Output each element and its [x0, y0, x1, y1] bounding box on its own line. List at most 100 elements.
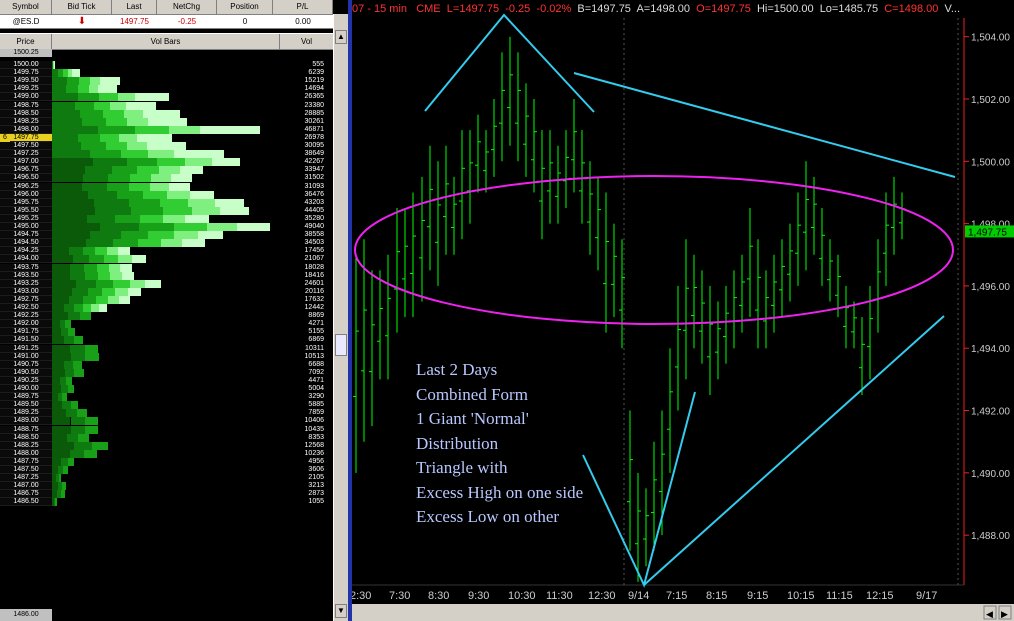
- ladder-row[interactable]: 1496.75 33947: [0, 166, 333, 175]
- ladder-row[interactable]: 1491.00 10513: [0, 352, 333, 361]
- ladder-row[interactable]: 1494.00 21067: [0, 255, 333, 264]
- ladder-row[interactable]: 1493.25 24601: [0, 279, 333, 288]
- ladder-row[interactable]: 1490.75 6688: [0, 360, 333, 369]
- ladder-price: 1495.25: [0, 214, 52, 223]
- ladder-row[interactable]: 1493.00 20116: [0, 287, 333, 296]
- ladder-row[interactable]: 1489.25 7859: [0, 409, 333, 418]
- ladder-row[interactable]: 1488.75 10435: [0, 425, 333, 434]
- ladder-vol: 24601: [304, 279, 324, 287]
- quote-last: 1497.75: [120, 17, 149, 26]
- ladder-row[interactable]: 1494.25 17456: [0, 247, 333, 256]
- ladder-vol: 2105: [308, 474, 324, 482]
- ladder-row[interactable]: 1498.25 30261: [0, 117, 333, 126]
- ladder-row[interactable]: 1499.00 26365: [0, 93, 333, 102]
- ladder-row[interactable]: 1489.00 10406: [0, 417, 333, 426]
- ladder-row[interactable]: 1492.00 4271: [0, 320, 333, 329]
- ladder-vol: 6239: [308, 69, 324, 77]
- ladder-volume-bar: [52, 279, 280, 288]
- ladder-volume-bar: [52, 125, 280, 134]
- ladder-scrollbar[interactable]: ▲ ▼: [333, 14, 349, 621]
- col-pl[interactable]: P/L: [273, 0, 333, 14]
- ladder-vol: 6869: [308, 336, 324, 344]
- ladder-row[interactable]: 1491.75 5155: [0, 328, 333, 337]
- ladder-row[interactable]: 1490.00 5004: [0, 385, 333, 394]
- ladder-col-vol[interactable]: Vol: [280, 34, 333, 49]
- ladder-row[interactable]: 1493.50 18416: [0, 271, 333, 280]
- chart-header-last: L=1497.75: [446, 3, 500, 15]
- ladder-row[interactable]: 1497.25 38649: [0, 150, 333, 159]
- ladder-vol: 10513: [304, 352, 324, 360]
- ladder-row[interactable]: 1496.25 31093: [0, 182, 333, 191]
- ladder-price: 1499.25: [0, 85, 52, 94]
- ladder-row[interactable]: 1498.00 46871: [0, 125, 333, 134]
- scroll-thumb[interactable]: [335, 334, 347, 356]
- ladder-row[interactable]: 1495.00 49040: [0, 223, 333, 232]
- ladder-row[interactable]: 1495.50 44405: [0, 206, 333, 215]
- ladder-row[interactable]: 1489.50 5885: [0, 401, 333, 410]
- ladder-row[interactable]: 1497.00 42267: [0, 158, 333, 167]
- ladder-vol: 20116: [305, 287, 324, 295]
- ladder-row[interactable]: 1499.50 15219: [0, 77, 333, 86]
- ladder-row[interactable]: 1495.75 43203: [0, 198, 333, 207]
- ladder-row[interactable]: 1492.75 17632: [0, 295, 333, 304]
- ladder-row[interactable]: 1500.00 555: [0, 61, 333, 70]
- ladder-row[interactable]: 1487.75 4956: [0, 457, 333, 466]
- ladder-row[interactable]: 1488.50 8353: [0, 433, 333, 442]
- chart-header-ask: A=1498.00: [636, 3, 690, 15]
- ladder-price: 1492.25: [0, 312, 52, 321]
- ladder-row[interactable]: 1488.00 10236: [0, 449, 333, 458]
- ladder-row[interactable]: 1491.50 6869: [0, 336, 333, 345]
- ladder-row[interactable]: 1495.25 35280: [0, 214, 333, 223]
- price-chart[interactable]: 1,504.00 1,502.00 1,500.00 1,498.00 1,496.00…: [352, 0, 1014, 621]
- ladder-row[interactable]: 1499.75 6239: [0, 69, 333, 78]
- col-symbol[interactable]: Symbol: [0, 0, 52, 14]
- ladder-col-price[interactable]: Price: [0, 34, 52, 49]
- ladder-row[interactable]: 1488.25 12568: [0, 441, 333, 450]
- ladder-row[interactable]: 1492.25 8869: [0, 312, 333, 321]
- ladder-price: 1498.50: [0, 109, 52, 118]
- col-bid-tick[interactable]: Bid Tick: [52, 0, 112, 14]
- ladder-row[interactable]: 1494.75 38558: [0, 231, 333, 240]
- x-tick-label: 7:15: [666, 590, 687, 602]
- ladder-row[interactable]: 1487.25 2105: [0, 474, 333, 483]
- ladder-price: 1488.50: [0, 433, 52, 442]
- ladder-volume-bar: [52, 287, 280, 296]
- ladder-row[interactable]: 1486.50 1055: [0, 498, 333, 507]
- scroll-down-icon[interactable]: ▼: [335, 604, 347, 618]
- ladder-row[interactable]: 1497.50 30095: [0, 142, 333, 151]
- chart-header-open: O=1497.75: [696, 3, 751, 15]
- ladder-row[interactable]: 1494.50 34503: [0, 239, 333, 248]
- ladder-row[interactable]: 1490.50 7092: [0, 368, 333, 377]
- ladder-row[interactable]: 1489.75 3290: [0, 393, 333, 402]
- ladder-price: 1487.25: [0, 474, 52, 483]
- scroll-up-icon[interactable]: ▲: [335, 30, 347, 44]
- ladder-volume-bar: [52, 498, 280, 507]
- x-tick-label: 11:15: [826, 590, 853, 602]
- current-price-marker: 6: [0, 133, 10, 142]
- ladder-vol: 4956: [308, 457, 324, 465]
- ladder-row[interactable]: 1499.25 14694: [0, 85, 333, 94]
- ladder-price: 1498.75: [0, 101, 52, 110]
- ladder-row[interactable]: 1492.50 12442: [0, 304, 333, 313]
- col-last[interactable]: Last: [112, 0, 157, 14]
- ladder-row[interactable]: 1493.75 18028: [0, 263, 333, 272]
- ladder-row[interactable]: 1498.50 28885: [0, 109, 333, 118]
- ladder-volume-bar: [52, 271, 280, 280]
- ladder-row[interactable]: 1498.75 23380: [0, 101, 333, 110]
- ladder-price: 1500.00: [0, 61, 52, 70]
- ladder-row[interactable]: 1497.75 26978: [0, 133, 333, 142]
- col-netchg[interactable]: NetChg: [157, 0, 217, 14]
- ladder-vol: 4271: [308, 320, 324, 328]
- ladder-price: 1496.75: [0, 166, 52, 175]
- ladder-row[interactable]: 1496.50 31502: [0, 174, 333, 183]
- ladder-row[interactable]: 1491.25 10311: [0, 344, 333, 353]
- ladder-row[interactable]: 1490.25 4471: [0, 376, 333, 385]
- ladder-col-volbars[interactable]: Vol Bars: [52, 34, 280, 49]
- ladder-volume-bar: [52, 385, 280, 393]
- ladder-row[interactable]: 1496.00 36476: [0, 190, 333, 199]
- col-position[interactable]: Position: [217, 0, 273, 14]
- ladder-row[interactable]: 1487.00 3213: [0, 482, 333, 491]
- ladder-row[interactable]: 1486.75 2873: [0, 490, 333, 499]
- quote-row[interactable]: @ES.D ⬇ 1497.75 -0.25 0 0.00: [0, 15, 333, 29]
- ladder-row[interactable]: 1487.50 3606: [0, 466, 333, 475]
